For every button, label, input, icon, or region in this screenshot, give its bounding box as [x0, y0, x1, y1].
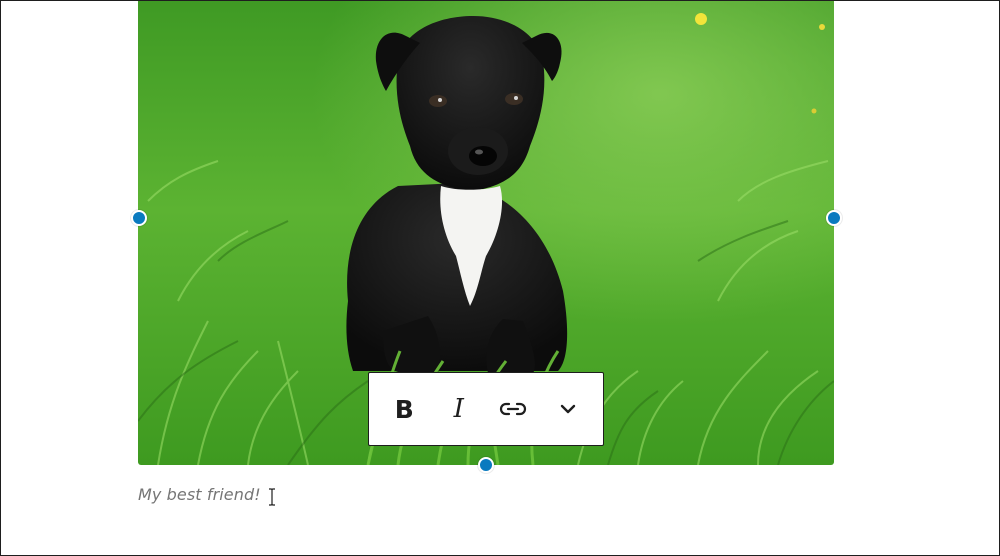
link-button[interactable] [491, 387, 535, 431]
more-options-button[interactable] [546, 387, 590, 431]
bold-button[interactable]: B [382, 387, 426, 431]
resize-handle-bottom[interactable] [478, 457, 494, 473]
chevron-down-icon [560, 404, 575, 414]
resize-handle-right[interactable] [826, 210, 842, 226]
editor-canvas: B I My best friend! [0, 0, 1000, 556]
italic-button[interactable]: I [437, 387, 481, 431]
format-toolbar: B I [368, 372, 604, 446]
link-icon [500, 402, 527, 416]
image-caption[interactable]: My best friend! [138, 485, 261, 504]
text-cursor-icon [269, 488, 275, 506]
resize-handle-left[interactable] [131, 210, 147, 226]
